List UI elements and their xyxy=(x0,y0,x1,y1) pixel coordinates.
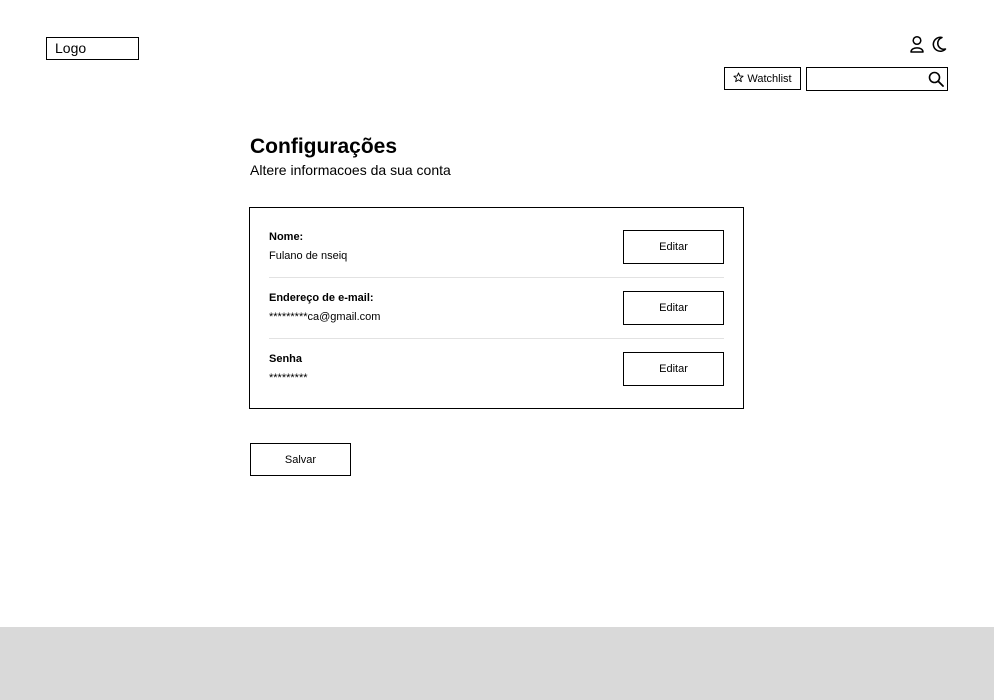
field-label: Senha xyxy=(269,353,303,365)
moon-icon[interactable] xyxy=(931,35,947,53)
edit-email-button[interactable]: Editar xyxy=(623,291,724,325)
watchlist-button[interactable]: Watchlist xyxy=(724,67,801,90)
search-icon[interactable] xyxy=(925,71,947,87)
field-row-name: Nome: Fulano de nseiq Editar xyxy=(269,223,724,284)
logo[interactable]: Logo xyxy=(46,37,139,60)
footer xyxy=(0,627,994,700)
field-value: Fulano de nseiq xyxy=(269,250,348,262)
user-icon[interactable] xyxy=(909,35,925,53)
field-label: Endereço de e-mail: xyxy=(269,292,374,304)
field-label: Nome: xyxy=(269,231,304,243)
top-icons xyxy=(909,35,947,53)
star-icon xyxy=(733,71,744,86)
field-row-password: Senha ********* Editar xyxy=(269,345,724,406)
field-row-email: Endereço de e-mail: *********ca@gmail.co… xyxy=(269,284,724,345)
field-value: ********* xyxy=(269,372,308,384)
field-value: *********ca@gmail.com xyxy=(269,311,381,323)
edit-name-button[interactable]: Editar xyxy=(623,230,724,264)
divider xyxy=(269,277,724,278)
page-title: Configurações xyxy=(250,135,398,158)
save-button[interactable]: Salvar xyxy=(250,443,351,476)
search-box xyxy=(806,67,948,91)
edit-password-button[interactable]: Editar xyxy=(623,352,724,386)
search-input[interactable] xyxy=(807,68,925,90)
watchlist-label: Watchlist xyxy=(747,72,792,85)
page-subtitle: Altere informacoes da sua conta xyxy=(250,162,451,178)
account-settings-card: Nome: Fulano de nseiq Editar Endereço de… xyxy=(249,207,744,409)
divider xyxy=(269,338,724,339)
